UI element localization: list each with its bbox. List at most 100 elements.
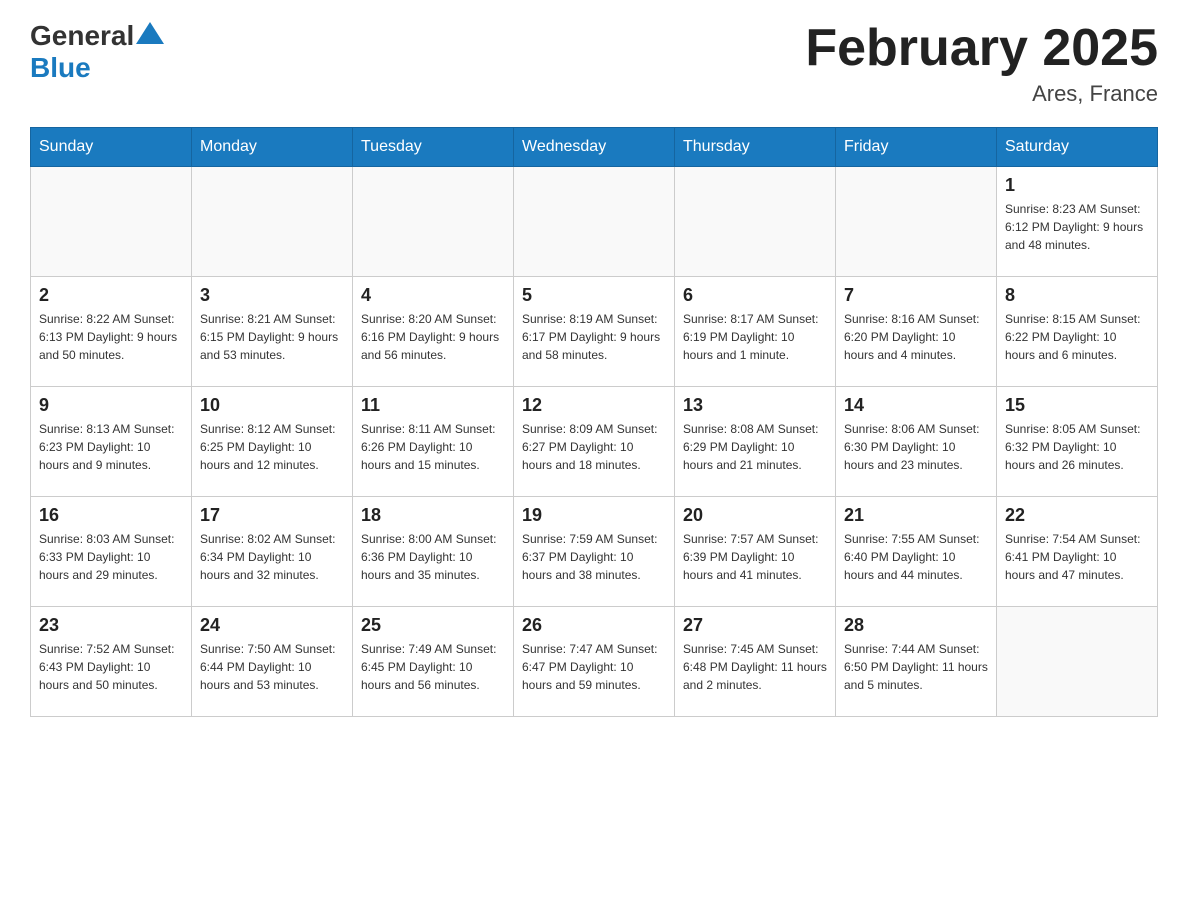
calendar-cell: 23Sunrise: 7:52 AM Sunset: 6:43 PM Dayli…: [31, 607, 192, 717]
calendar-cell: 5 Sunrise: 8:19 AM Sunset: 6:17 PM Daylig…: [514, 277, 675, 387]
calendar-cell: [31, 167, 192, 277]
calendar-table: Sunday Monday Tuesday Wednesday Thursday…: [30, 127, 1158, 717]
calendar-cell: 1 Sunrise: 8:23 AM Sunset: 6:12 PM Daylig…: [997, 167, 1158, 277]
day-number: 20: [683, 505, 827, 526]
calendar-cell: 4 Sunrise: 8:20 AM Sunset: 6:16 PM Daylig…: [353, 277, 514, 387]
day-number: 13: [683, 395, 827, 416]
day-info: Sunrise: 7:57 AM Sunset: 6:39 PM Dayligh…: [683, 530, 827, 584]
calendar-cell: 2 Sunrise: 8:22 AM Sunset: 6:13 PM Daylig…: [31, 277, 192, 387]
day-info: Sunrise: 8:17 AM Sunset: 6:19 PM Dayligh…: [683, 310, 827, 364]
calendar-cell: 27 Sunrise: 7:45 AM Sunset: 6:48 PM Dayli…: [675, 607, 836, 717]
day-info: Sunrise: 8:20 AM Sunset: 6:16 PM Dayligh…: [361, 310, 505, 364]
calendar-cell: 24 Sunrise: 7:50 AM Sunset: 6:44 PM Dayli…: [192, 607, 353, 717]
day-info: Sunrise: 7:47 AM Sunset: 6:47 PM Dayligh…: [522, 640, 666, 694]
day-number: 6: [683, 285, 827, 306]
day-info: Sunrise: 8:00 AM Sunset: 6:36 PM Dayligh…: [361, 530, 505, 584]
calendar-cell: 12 Sunrise: 8:09 AM Sunset: 6:27 PM Dayli…: [514, 387, 675, 497]
calendar-cell: [192, 167, 353, 277]
day-number: 16: [39, 505, 183, 526]
calendar-cell: 21 Sunrise: 7:55 AM Sunset: 6:40 PM Dayli…: [836, 497, 997, 607]
day-number: 23: [39, 615, 183, 636]
day-number: 12: [522, 395, 666, 416]
day-info: Sunrise: 7:44 AM Sunset: 6:50 PM Dayligh…: [844, 640, 988, 694]
day-info: Sunrise: 8:05 AM Sunset: 6:32 PM Dayligh…: [1005, 420, 1149, 474]
header-sunday: Sunday: [31, 128, 192, 167]
day-info: Sunrise: 8:15 AM Sunset: 6:22 PM Dayligh…: [1005, 310, 1149, 364]
page-header: General Blue February 2025 Ares, France: [30, 20, 1158, 107]
calendar-cell: 9Sunrise: 8:13 AM Sunset: 6:23 PM Daylig…: [31, 387, 192, 497]
calendar-cell: 13 Sunrise: 8:08 AM Sunset: 6:29 PM Dayli…: [675, 387, 836, 497]
day-info: Sunrise: 8:06 AM Sunset: 6:30 PM Dayligh…: [844, 420, 988, 474]
header-tuesday: Tuesday: [353, 128, 514, 167]
weekday-header-row: Sunday Monday Tuesday Wednesday Thursday…: [31, 128, 1158, 167]
header-wednesday: Wednesday: [514, 128, 675, 167]
calendar-cell: [353, 167, 514, 277]
day-number: 4: [361, 285, 505, 306]
day-info: Sunrise: 8:23 AM Sunset: 6:12 PM Dayligh…: [1005, 200, 1149, 254]
calendar-cell: 18 Sunrise: 8:00 AM Sunset: 6:36 PM Dayli…: [353, 497, 514, 607]
calendar-cell: [836, 167, 997, 277]
day-info: Sunrise: 8:21 AM Sunset: 6:15 PM Dayligh…: [200, 310, 344, 364]
calendar-cell: [514, 167, 675, 277]
day-info: Sunrise: 7:54 AM Sunset: 6:41 PM Dayligh…: [1005, 530, 1149, 584]
day-info: Sunrise: 7:50 AM Sunset: 6:44 PM Dayligh…: [200, 640, 344, 694]
calendar-cell: 3Sunrise: 8:21 AM Sunset: 6:15 PM Daylig…: [192, 277, 353, 387]
location-label: Ares, France: [805, 81, 1158, 107]
month-title: February 2025: [805, 20, 1158, 77]
week-row-3: 9Sunrise: 8:13 AM Sunset: 6:23 PM Daylig…: [31, 387, 1158, 497]
calendar-cell: 6 Sunrise: 8:17 AM Sunset: 6:19 PM Daylig…: [675, 277, 836, 387]
day-number: 25: [361, 615, 505, 636]
header-friday: Friday: [836, 128, 997, 167]
calendar-cell: 15Sunrise: 8:05 AM Sunset: 6:32 PM Dayli…: [997, 387, 1158, 497]
day-number: 8: [1005, 285, 1149, 306]
day-info: Sunrise: 8:22 AM Sunset: 6:13 PM Dayligh…: [39, 310, 183, 364]
day-number: 27: [683, 615, 827, 636]
day-number: 10: [200, 395, 344, 416]
day-info: Sunrise: 8:12 AM Sunset: 6:25 PM Dayligh…: [200, 420, 344, 474]
day-info: Sunrise: 8:16 AM Sunset: 6:20 PM Dayligh…: [844, 310, 988, 364]
day-number: 19: [522, 505, 666, 526]
week-row-2: 2 Sunrise: 8:22 AM Sunset: 6:13 PM Daylig…: [31, 277, 1158, 387]
week-row-5: 23Sunrise: 7:52 AM Sunset: 6:43 PM Dayli…: [31, 607, 1158, 717]
day-number: 22: [1005, 505, 1149, 526]
day-number: 18: [361, 505, 505, 526]
day-info: Sunrise: 8:02 AM Sunset: 6:34 PM Dayligh…: [200, 530, 344, 584]
day-info: Sunrise: 8:19 AM Sunset: 6:17 PM Dayligh…: [522, 310, 666, 364]
day-info: Sunrise: 8:08 AM Sunset: 6:29 PM Dayligh…: [683, 420, 827, 474]
calendar-cell: 7 Sunrise: 8:16 AM Sunset: 6:20 PM Daylig…: [836, 277, 997, 387]
week-row-4: 16 Sunrise: 8:03 AM Sunset: 6:33 PM Dayli…: [31, 497, 1158, 607]
header-thursday: Thursday: [675, 128, 836, 167]
day-number: 7: [844, 285, 988, 306]
day-info: Sunrise: 8:03 AM Sunset: 6:33 PM Dayligh…: [39, 530, 183, 584]
day-info: Sunrise: 8:09 AM Sunset: 6:27 PM Dayligh…: [522, 420, 666, 474]
day-number: 24: [200, 615, 344, 636]
calendar-cell: 28 Sunrise: 7:44 AM Sunset: 6:50 PM Dayli…: [836, 607, 997, 717]
logo-general-text: General: [30, 20, 134, 52]
day-number: 11: [361, 395, 505, 416]
logo: General Blue: [30, 20, 164, 84]
calendar-cell: 19 Sunrise: 7:59 AM Sunset: 6:37 PM Dayli…: [514, 497, 675, 607]
day-info: Sunrise: 7:49 AM Sunset: 6:45 PM Dayligh…: [361, 640, 505, 694]
calendar-cell: 10 Sunrise: 8:12 AM Sunset: 6:25 PM Dayli…: [192, 387, 353, 497]
day-number: 28: [844, 615, 988, 636]
calendar-cell: 16 Sunrise: 8:03 AM Sunset: 6:33 PM Dayli…: [31, 497, 192, 607]
title-container: February 2025 Ares, France: [805, 20, 1158, 107]
day-info: Sunrise: 8:11 AM Sunset: 6:26 PM Dayligh…: [361, 420, 505, 474]
day-info: Sunrise: 7:55 AM Sunset: 6:40 PM Dayligh…: [844, 530, 988, 584]
logo-triangle-icon: [136, 22, 164, 44]
day-number: 17: [200, 505, 344, 526]
day-number: 2: [39, 285, 183, 306]
day-number: 21: [844, 505, 988, 526]
week-row-1: 1 Sunrise: 8:23 AM Sunset: 6:12 PM Daylig…: [31, 167, 1158, 277]
header-monday: Monday: [192, 128, 353, 167]
calendar-cell: 17 Sunrise: 8:02 AM Sunset: 6:34 PM Dayli…: [192, 497, 353, 607]
day-info: Sunrise: 7:45 AM Sunset: 6:48 PM Dayligh…: [683, 640, 827, 694]
calendar-cell: [997, 607, 1158, 717]
day-number: 5: [522, 285, 666, 306]
calendar-cell: 8 Sunrise: 8:15 AM Sunset: 6:22 PM Daylig…: [997, 277, 1158, 387]
calendar-cell: 22 Sunrise: 7:54 AM Sunset: 6:41 PM Dayli…: [997, 497, 1158, 607]
day-info: Sunrise: 7:59 AM Sunset: 6:37 PM Dayligh…: [522, 530, 666, 584]
day-number: 1: [1005, 175, 1149, 196]
day-number: 9: [39, 395, 183, 416]
calendar-cell: 20 Sunrise: 7:57 AM Sunset: 6:39 PM Dayli…: [675, 497, 836, 607]
